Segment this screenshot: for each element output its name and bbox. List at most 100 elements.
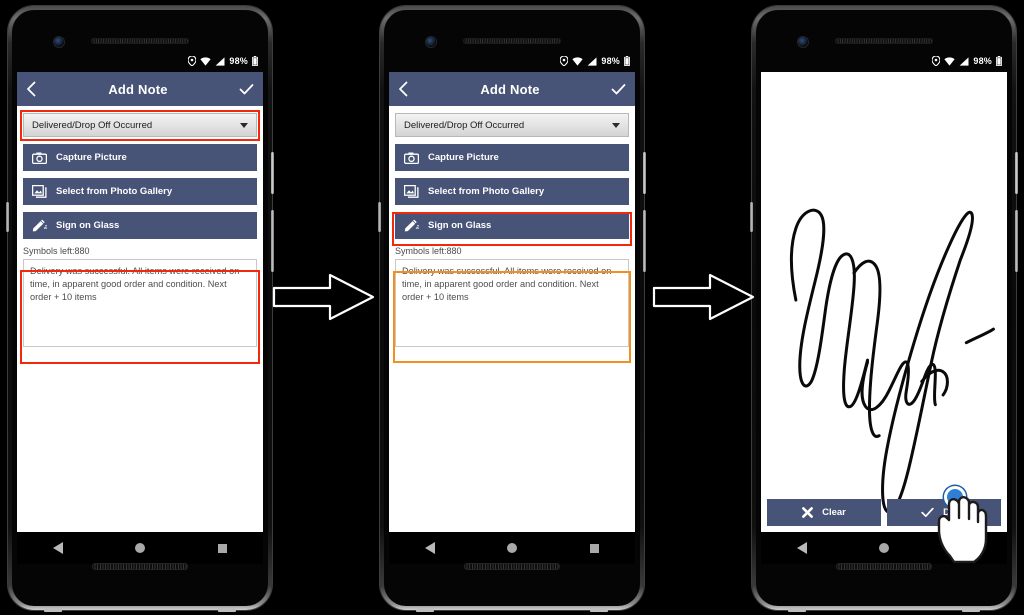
screenshot-stage: 98% Add Note Delivered/Drop Off Occurred <box>0 0 1024 615</box>
signal-bars-icon <box>587 56 597 66</box>
note-textarea[interactable]: Delivery was successful. All items were … <box>23 259 257 347</box>
battery-percent-label: 98% <box>973 56 992 66</box>
x-mark-icon <box>802 507 814 518</box>
wifi-icon <box>572 56 583 66</box>
triangle-back-icon[interactable] <box>425 542 436 554</box>
front-camera-icon <box>426 37 436 47</box>
signal-bars-icon <box>959 56 969 66</box>
earpiece-speaker <box>91 38 189 44</box>
status-dropdown-value: Delivered/Drop Off Occurred <box>32 119 153 131</box>
app-screen-3: Clear Done <box>761 72 1007 532</box>
earpiece-speaker <box>835 38 933 44</box>
sign-on-glass-button[interactable]: Sign on Glass <box>23 212 257 239</box>
signature-capture-area[interactable]: Clear Done <box>761 72 1007 532</box>
power-button[interactable] <box>1015 152 1018 194</box>
location-pin-icon <box>932 56 941 66</box>
status-dropdown[interactable]: Delivered/Drop Off Occurred <box>23 113 257 137</box>
hand-cursor-icon <box>937 496 988 564</box>
form-content-1: Delivered/Drop Off Occurred Capture Pict… <box>17 106 263 347</box>
status-bar-3: 98% <box>932 56 1002 66</box>
status-dropdown[interactable]: Delivered/Drop Off Occurred <box>395 113 629 137</box>
phone-foot-left <box>788 608 806 612</box>
note-textarea[interactable]: Delivery was successful. All items were … <box>395 259 629 347</box>
select-photo-gallery-button[interactable]: Select from Photo Gallery <box>23 178 257 205</box>
capture-picture-button[interactable]: Capture Picture <box>395 144 629 171</box>
android-nav-bar-2 <box>389 532 635 564</box>
circle-home-icon[interactable] <box>879 543 890 553</box>
power-button[interactable] <box>643 152 646 194</box>
square-recents-icon[interactable] <box>589 543 599 553</box>
battery-icon <box>624 56 630 66</box>
caret-down-icon <box>240 122 248 128</box>
camera-icon <box>31 152 48 164</box>
phone-inner-bezel: 98% Add Note Delivered/Drop Off Occurred <box>384 10 640 606</box>
back-chevron-icon[interactable] <box>398 81 409 97</box>
photo-gallery-icon <box>31 185 48 198</box>
handwritten-signature <box>790 208 995 514</box>
capture-picture-button[interactable]: Capture Picture <box>23 144 257 171</box>
battery-percent-label: 98% <box>229 56 248 66</box>
triangle-back-icon[interactable] <box>53 542 64 554</box>
phone-inner-bezel: 98% Add Note Delivered/Drop Off Occurred <box>12 10 268 606</box>
clear-signature-label: Clear <box>822 507 846 518</box>
capture-picture-label: Capture Picture <box>428 152 499 163</box>
select-photo-gallery-label: Select from Photo Gallery <box>428 186 545 197</box>
phone-foot-left <box>416 608 434 612</box>
battery-percent-label: 98% <box>601 56 620 66</box>
clear-signature-button[interactable]: Clear <box>767 499 881 526</box>
left-side-button[interactable] <box>378 202 381 232</box>
flow-arrow-1 <box>272 273 375 321</box>
triangle-back-icon[interactable] <box>797 542 808 554</box>
volume-button[interactable] <box>643 210 646 272</box>
sign-on-glass-button[interactable]: Sign on Glass <box>395 212 629 239</box>
app-screen-2: Add Note Delivered/Drop Off Occurred Cap… <box>389 72 635 532</box>
signature-pen-icon <box>403 219 420 232</box>
volume-button[interactable] <box>1015 210 1018 272</box>
bottom-speaker-grille <box>464 563 560 570</box>
status-bar-2: 98% <box>560 56 630 66</box>
caret-down-icon <box>612 122 620 128</box>
camera-icon <box>403 152 420 164</box>
left-side-button[interactable] <box>6 202 9 232</box>
confirm-check-icon[interactable] <box>239 83 254 96</box>
page-title: Add Note <box>480 81 540 97</box>
circle-home-icon[interactable] <box>507 543 518 553</box>
symbols-left-label: Symbols left:880 <box>395 246 462 256</box>
square-recents-icon[interactable] <box>217 543 227 553</box>
sign-on-glass-label: Sign on Glass <box>56 220 120 231</box>
left-side-button[interactable] <box>750 202 753 232</box>
volume-button[interactable] <box>271 210 274 272</box>
battery-icon <box>996 56 1002 66</box>
signal-bars-icon <box>215 56 225 66</box>
capture-picture-label: Capture Picture <box>56 152 127 163</box>
confirm-check-icon[interactable] <box>611 83 626 96</box>
bottom-speaker-grille <box>92 563 188 570</box>
status-dropdown-value: Delivered/Drop Off Occurred <box>404 119 525 131</box>
page-title: Add Note <box>108 81 168 97</box>
earpiece-speaker <box>463 38 561 44</box>
status-bar-1: 98% <box>188 56 258 66</box>
circle-home-icon[interactable] <box>135 543 146 553</box>
signature-pen-icon <box>31 219 48 232</box>
flow-arrow-2 <box>652 273 755 321</box>
front-camera-icon <box>798 37 808 47</box>
app-bar-2: Add Note <box>389 72 635 106</box>
phone-foot-right <box>590 608 608 612</box>
form-content-2: Delivered/Drop Off Occurred Capture Pict… <box>389 106 635 347</box>
wifi-icon <box>944 56 955 66</box>
battery-icon <box>252 56 258 66</box>
location-pin-icon <box>188 56 197 66</box>
location-pin-icon <box>560 56 569 66</box>
app-bar-1: Add Note <box>17 72 263 106</box>
phone-foot-right <box>962 608 980 612</box>
bottom-speaker-grille <box>836 563 932 570</box>
phone-foot-left <box>44 608 62 612</box>
power-button[interactable] <box>271 152 274 194</box>
phone-panel-2: 98% Add Note Delivered/Drop Off Occurred <box>378 6 646 612</box>
select-photo-gallery-button[interactable]: Select from Photo Gallery <box>395 178 629 205</box>
back-chevron-icon[interactable] <box>26 81 37 97</box>
phone-foot-right <box>218 608 236 612</box>
front-camera-icon <box>54 37 64 47</box>
phone-panel-1: 98% Add Note Delivered/Drop Off Occurred <box>6 6 274 612</box>
symbols-left-label: Symbols left:880 <box>23 246 90 256</box>
